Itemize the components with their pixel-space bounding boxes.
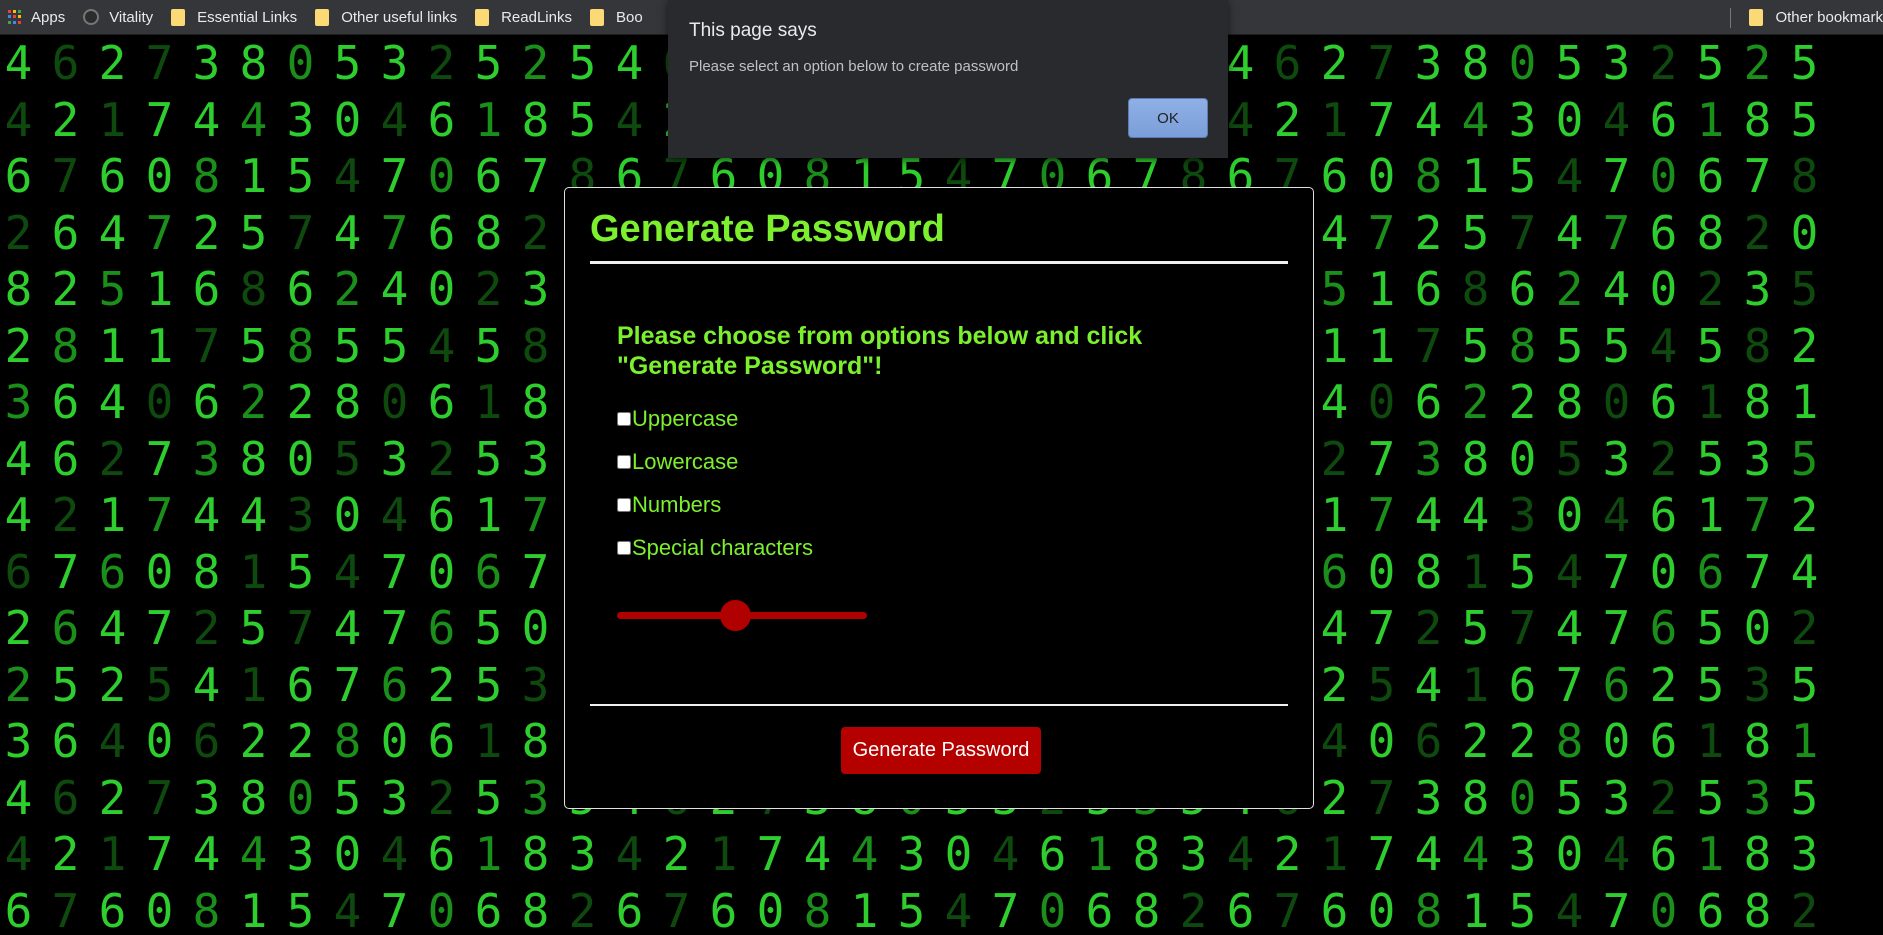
option-uppercase[interactable]: Uppercase	[617, 406, 738, 432]
bookmark-apps[interactable]: Apps	[0, 0, 75, 35]
bookmark-readlinks[interactable]: ReadLinks	[467, 0, 582, 35]
folder-icon	[315, 8, 330, 26]
bookmark-other-bookmarks[interactable]: Other bookmark	[1741, 0, 1883, 35]
slider-thumb[interactable]	[719, 600, 751, 631]
folder-icon	[1749, 9, 1764, 26]
divider	[590, 261, 1288, 264]
other-bookmarks-area: Other bookmark	[1730, 0, 1883, 35]
alert-dialog: This page says Please select an option b…	[668, 0, 1228, 158]
bookmark-label: Boo	[615, 8, 643, 26]
folder-icon	[171, 8, 186, 26]
uppercase-checkbox[interactable]	[617, 412, 631, 426]
bookmark-divider	[1730, 7, 1732, 28]
option-label: Uppercase	[632, 406, 739, 431]
special-characters-checkbox[interactable]	[617, 541, 631, 555]
password-card: Generate Password Please choose from opt…	[564, 187, 1314, 809]
bookmark-apps-label: Apps	[31, 8, 66, 26]
bookmark-label: ReadLinks	[501, 8, 572, 26]
bookmark-essential-links[interactable]: Essential Links	[163, 0, 307, 35]
generate-password-button[interactable]: Generate Password	[841, 727, 1041, 774]
card-title: Generate Password	[590, 208, 945, 250]
bookmark-label: Vitality	[109, 8, 154, 26]
bookmark-label: Other useful links	[341, 8, 458, 26]
apps-grid-icon	[8, 9, 23, 25]
bookmark-boo[interactable]: Boo	[582, 0, 653, 35]
alert-message: Please select an option below to create …	[689, 58, 1019, 75]
matrix-row: 676081547068267608154706826760815470682	[4, 883, 1829, 935]
folder-icon	[475, 8, 490, 26]
bookmark-label: Other bookmark	[1775, 9, 1883, 26]
folder-icon	[589, 8, 604, 26]
matrix-row: 421744304618342174430461834217443046183	[4, 827, 1829, 881]
option-special-characters[interactable]: Special characters	[617, 535, 813, 561]
vitality-icon	[83, 9, 100, 25]
option-label: Numbers	[632, 492, 722, 517]
length-slider[interactable]	[617, 600, 867, 631]
bookmark-label: Essential Links	[197, 8, 298, 26]
option-numbers[interactable]: Numbers	[617, 492, 721, 518]
bookmark-other-useful-links[interactable]: Other useful links	[307, 0, 467, 35]
numbers-checkbox[interactable]	[617, 498, 631, 512]
option-label: Lowercase	[632, 449, 739, 474]
divider	[590, 704, 1288, 706]
instructions: Please choose from options below and cli…	[617, 322, 1143, 380]
bookmark-vitality[interactable]: Vitality	[75, 0, 163, 35]
ok-button[interactable]: OK	[1128, 98, 1208, 138]
option-label: Special characters	[632, 535, 813, 560]
alert-title: This page says	[689, 20, 817, 41]
option-lowercase[interactable]: Lowercase	[617, 449, 738, 475]
lowercase-checkbox[interactable]	[617, 455, 631, 469]
